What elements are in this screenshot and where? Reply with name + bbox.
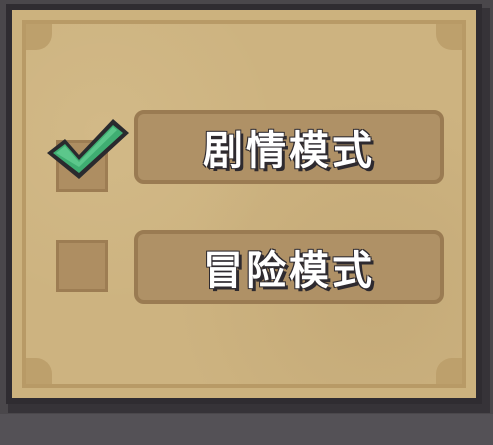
story-mode-label: 剧情模式	[203, 128, 375, 174]
story-mode-checkbox[interactable]	[47, 119, 129, 192]
story-mode-button[interactable]: 剧情模式	[134, 110, 444, 184]
game-screen: 剧情模式 冒险模式	[0, 0, 493, 445]
checkmark-icon	[47, 119, 129, 179]
corner-decoration	[26, 24, 52, 50]
mode-select-panel: 剧情模式 冒险模式	[6, 4, 482, 404]
corner-decoration	[436, 358, 462, 384]
bottom-strip	[0, 414, 493, 445]
adventure-mode-label: 冒险模式	[203, 248, 375, 294]
corner-decoration	[26, 358, 52, 384]
panel-inner	[22, 20, 466, 388]
adventure-mode-checkbox[interactable]	[56, 240, 108, 292]
corner-decoration	[436, 24, 462, 50]
adventure-mode-button[interactable]: 冒险模式	[134, 230, 444, 304]
